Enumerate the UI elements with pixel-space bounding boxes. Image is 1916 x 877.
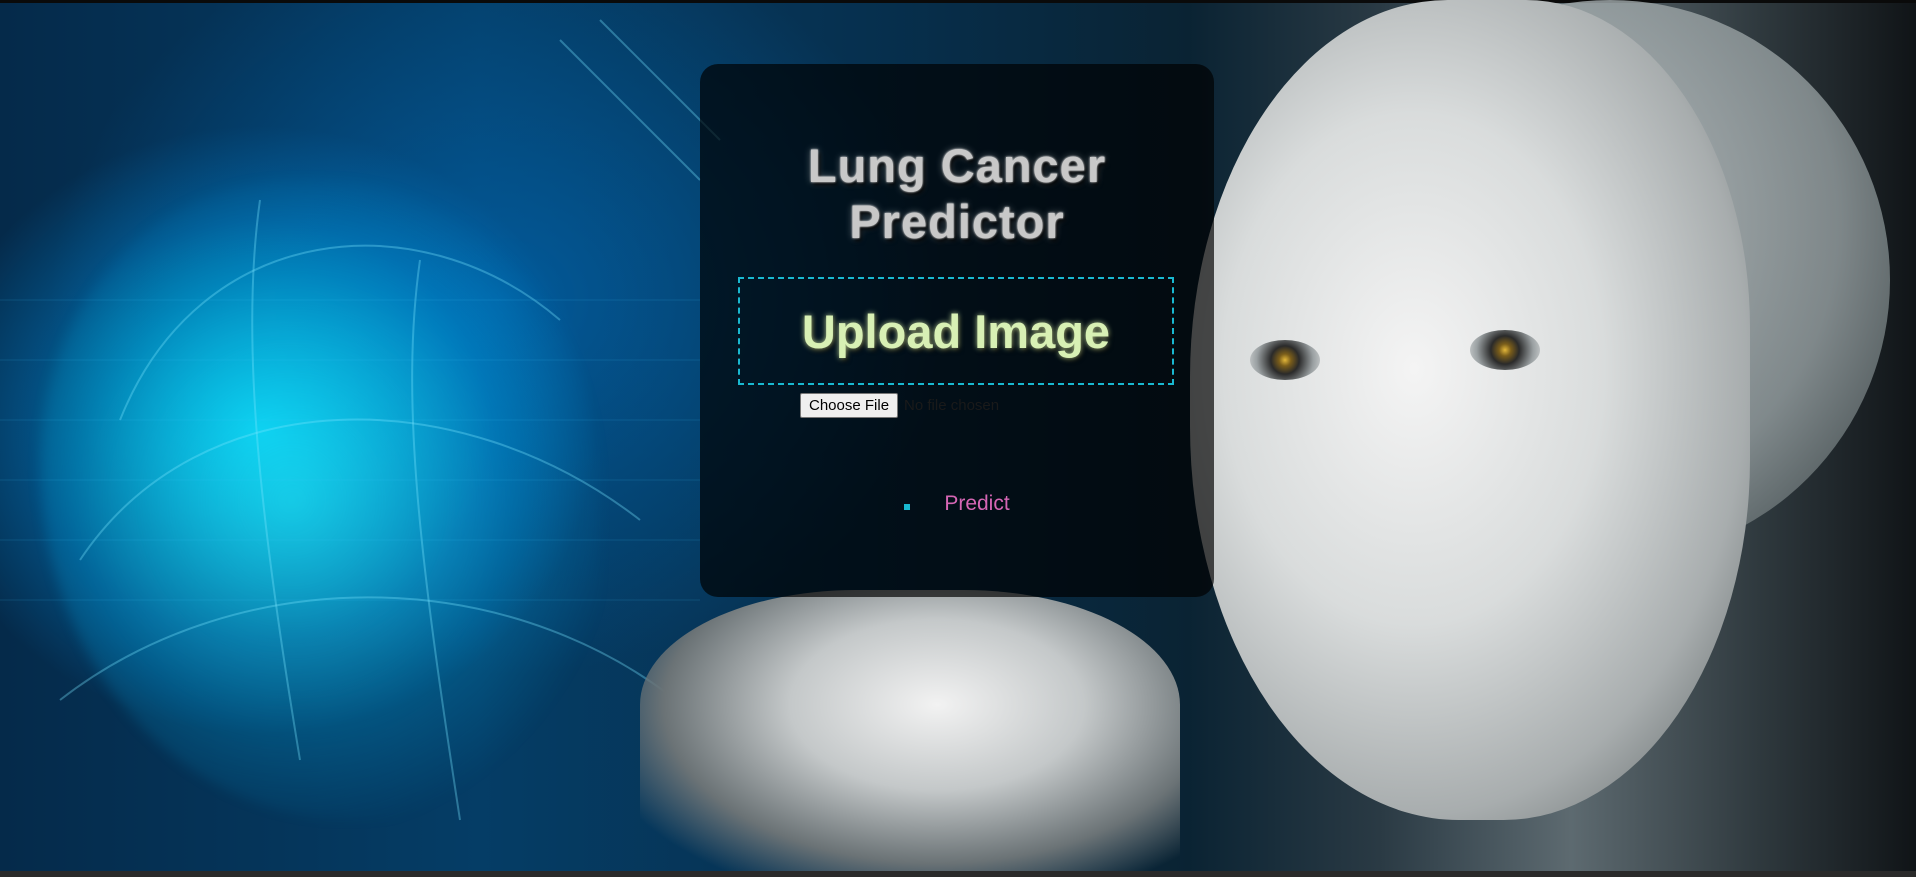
upload-dropzone[interactable]: Upload Image: [738, 277, 1174, 385]
bottom-border: [0, 871, 1916, 877]
predict-link[interactable]: Predict: [944, 492, 1009, 516]
robot-face-illustration: [1190, 0, 1750, 820]
robot-right-eye-illustration: [1470, 330, 1540, 370]
upload-label: Upload Image: [801, 304, 1111, 358]
page-title: Lung Cancer Predictor: [807, 139, 1107, 248]
file-input[interactable]: Choose File No file chosen: [800, 392, 999, 418]
square-bullet-icon: [904, 504, 911, 510]
page: Lung Cancer Predictor Upload Image Choos…: [0, 0, 1916, 877]
predict-list-item: Predict: [700, 492, 1214, 516]
robot-hand-illustration: [640, 590, 1180, 877]
file-status-text: No file chosen: [904, 396, 1000, 414]
robot-left-eye-illustration: [1250, 340, 1320, 380]
choose-file-button[interactable]: Choose File: [800, 392, 899, 418]
predictor-card: Lung Cancer Predictor Upload Image Choos…: [700, 64, 1214, 597]
